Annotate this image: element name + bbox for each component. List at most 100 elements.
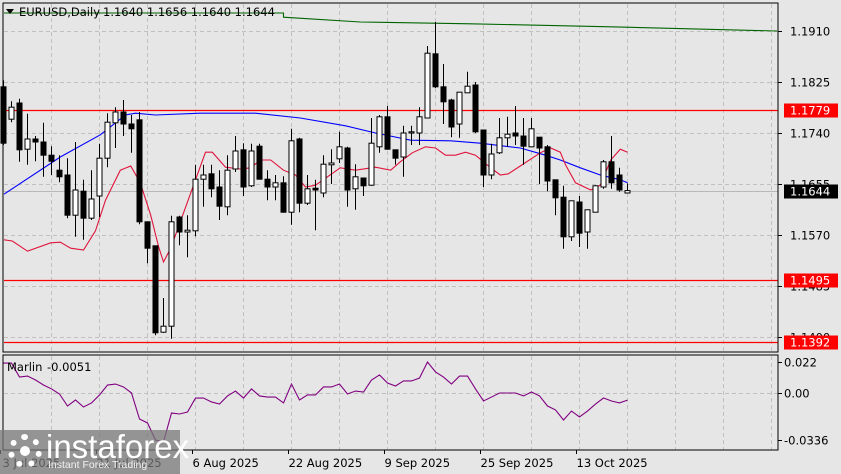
bullish-candle bbox=[416, 107, 423, 145]
candle-body bbox=[488, 153, 495, 176]
gear-logo-icon bbox=[8, 434, 42, 468]
candle-body bbox=[392, 149, 399, 159]
candle-body bbox=[16, 102, 23, 151]
candle-body bbox=[24, 138, 31, 150]
bullish-candle bbox=[584, 209, 591, 249]
candle-body bbox=[576, 201, 583, 234]
candle-body bbox=[296, 138, 303, 204]
bullish-candle bbox=[224, 155, 231, 216]
bullish-candle bbox=[456, 91, 463, 138]
bearish-candle bbox=[560, 185, 567, 249]
level-price-label: 1.1495 bbox=[790, 274, 830, 288]
candle-body bbox=[512, 132, 519, 137]
candle-body bbox=[384, 116, 391, 150]
candle-body bbox=[224, 169, 231, 208]
candle-body bbox=[544, 146, 551, 182]
candles bbox=[0, 22, 631, 339]
bullish-candle bbox=[200, 164, 207, 207]
level-price-label: 1.1779 bbox=[790, 104, 830, 118]
candle-body bbox=[528, 128, 535, 148]
current-price-label: 1.1644 bbox=[790, 185, 830, 199]
date-label: 22 Aug 2025 bbox=[289, 456, 363, 470]
candle-body bbox=[536, 136, 543, 149]
bullish-candle bbox=[88, 170, 95, 220]
candle-body bbox=[448, 99, 455, 128]
candle-body bbox=[584, 209, 591, 233]
indicator-tick-label: 0.022 bbox=[784, 356, 817, 370]
candle-body bbox=[376, 116, 383, 148]
candle-body bbox=[312, 187, 319, 191]
candle-body bbox=[616, 174, 623, 191]
candle-body bbox=[456, 91, 463, 125]
candle-body bbox=[160, 325, 167, 333]
bullish-candle bbox=[600, 160, 607, 189]
bullish-candle bbox=[400, 125, 407, 177]
bearish-candle bbox=[136, 112, 143, 225]
candle-body bbox=[88, 198, 95, 219]
candle-body bbox=[344, 147, 351, 191]
candle-body bbox=[368, 142, 375, 186]
bearish-candle bbox=[120, 100, 127, 136]
candle-body bbox=[624, 190, 631, 194]
candle-body bbox=[48, 154, 55, 162]
bearish-candle bbox=[480, 129, 487, 187]
chart-header: EURUSD,Daily 1.1640 1.1656 1.1640 1.1644 bbox=[6, 5, 275, 19]
bullish-candle bbox=[96, 143, 103, 217]
bearish-candle bbox=[608, 136, 615, 189]
candle-body bbox=[248, 150, 255, 187]
bearish-candle bbox=[32, 136, 39, 162]
bearish-candle bbox=[360, 177, 367, 196]
bullish-candle bbox=[408, 125, 415, 145]
bearish-candle bbox=[64, 158, 71, 219]
candle-body bbox=[424, 52, 431, 119]
bearish-candle bbox=[552, 179, 559, 216]
chart-canvas[interactable]: 1.19101.18251.17401.16551.15701.14851.14… bbox=[0, 0, 841, 474]
bearish-candle bbox=[312, 179, 319, 231]
candle-body bbox=[600, 161, 607, 188]
indicator-value: -0.0051 bbox=[47, 360, 91, 374]
candle-body bbox=[416, 116, 423, 134]
bearish-candle bbox=[616, 167, 623, 192]
bearish-candle bbox=[344, 146, 351, 207]
price-tick-label: 1.1910 bbox=[790, 25, 830, 39]
indicator-tick-label: 0.00 bbox=[784, 387, 810, 401]
candle-body bbox=[520, 135, 527, 147]
candle-body bbox=[136, 119, 143, 223]
bearish-candle bbox=[152, 245, 159, 336]
bullish-candle bbox=[160, 298, 167, 333]
bearish-candle bbox=[536, 136, 543, 184]
ohlc-values: 1.1640 1.1656 1.1640 1.1644 bbox=[103, 5, 275, 19]
bullish-candle bbox=[496, 118, 503, 154]
bullish-candle bbox=[488, 143, 495, 180]
candle-body bbox=[328, 162, 335, 166]
bearish-candle bbox=[16, 98, 23, 162]
bearish-candle bbox=[472, 82, 479, 133]
candle-body bbox=[464, 85, 471, 94]
bullish-candle bbox=[184, 215, 191, 258]
candle-body bbox=[256, 145, 263, 180]
bearish-candle bbox=[264, 170, 271, 201]
date-label: 25 Sep 2025 bbox=[481, 456, 554, 470]
indicator-header: Marlin -0.0051 bbox=[7, 360, 91, 374]
candle-body bbox=[32, 138, 39, 143]
bearish-candle bbox=[384, 106, 391, 150]
indicator-name: Marlin bbox=[7, 360, 42, 374]
candle-body bbox=[8, 106, 15, 120]
date-label: 9 Sep 2025 bbox=[385, 456, 451, 470]
candle-body bbox=[128, 123, 135, 130]
candle-body bbox=[72, 189, 79, 216]
date-label: 13 Oct 2025 bbox=[577, 456, 648, 470]
candle-body bbox=[360, 177, 367, 187]
symbol-timeframe: EURUSD,Daily bbox=[19, 5, 100, 19]
candle-body bbox=[568, 200, 575, 238]
bearish-candle bbox=[280, 176, 287, 213]
candle-body bbox=[440, 86, 447, 103]
bullish-candle bbox=[376, 115, 383, 153]
bullish-candle bbox=[272, 175, 279, 201]
level-lines bbox=[4, 109, 778, 344]
candle-body bbox=[232, 150, 239, 170]
bullish-candle bbox=[528, 118, 535, 148]
candle-body bbox=[480, 129, 487, 176]
candle-body bbox=[264, 178, 271, 188]
bullish-candle bbox=[72, 142, 79, 237]
